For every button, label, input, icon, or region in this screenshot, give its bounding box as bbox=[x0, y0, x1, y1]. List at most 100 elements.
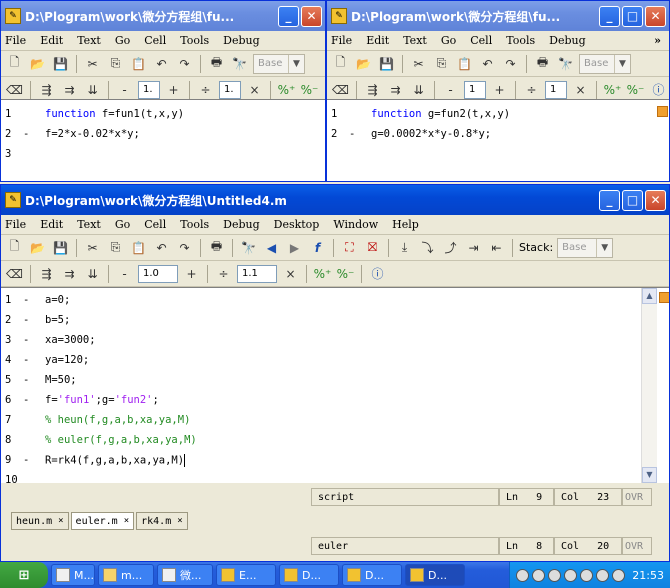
step-value-input[interactable]: 1. bbox=[138, 80, 160, 99]
copy-icon[interactable]: ⎘ bbox=[106, 238, 125, 257]
menu-text[interactable]: Text bbox=[77, 34, 101, 47]
menu-help[interactable]: Help bbox=[392, 218, 419, 231]
new-file-icon[interactable]: 🗋 bbox=[331, 54, 350, 73]
taskbar-item[interactable]: E... bbox=[216, 564, 276, 586]
taskbar-item[interactable]: D... bbox=[279, 564, 339, 586]
remove-cell-icon[interactable]: %⁻ bbox=[300, 80, 319, 99]
cell-eval-icon[interactable]: ⇶ bbox=[37, 80, 56, 99]
cut-icon[interactable]: ✂ bbox=[409, 54, 428, 73]
find-icon[interactable]: 🔭 bbox=[239, 238, 258, 257]
cut-icon[interactable]: ✂ bbox=[83, 238, 102, 257]
tab-euler[interactable]: euler.m × bbox=[70, 512, 135, 530]
menu-window[interactable]: Window bbox=[333, 218, 378, 231]
find-icon[interactable]: 🔭 bbox=[230, 54, 249, 73]
open-folder-icon[interactable]: 📂 bbox=[28, 238, 47, 257]
step-out-icon[interactable]: ⤴ bbox=[441, 238, 460, 257]
vertical-scrollbar[interactable]: ▲ ▼ bbox=[641, 288, 657, 483]
tray-app-icon[interactable] bbox=[580, 568, 594, 582]
save-icon[interactable]: 💾 bbox=[377, 54, 396, 73]
paste-icon[interactable]: 📋 bbox=[455, 54, 474, 73]
volume-icon[interactable] bbox=[612, 568, 626, 582]
divide-button[interactable]: ÷ bbox=[214, 264, 233, 283]
close-button[interactable]: ✕ bbox=[645, 189, 666, 211]
menu-tools[interactable]: Tools bbox=[180, 218, 209, 231]
cell-eval-icon[interactable]: ⇶ bbox=[37, 264, 56, 283]
menu-file[interactable]: File bbox=[331, 34, 352, 47]
maximize-button[interactable]: □ bbox=[622, 189, 643, 211]
help-info-icon[interactable]: ⓘ bbox=[649, 80, 668, 99]
taskbar-item-active[interactable]: D... bbox=[405, 564, 465, 586]
cell-eval-advance-icon[interactable]: ⇉ bbox=[60, 264, 79, 283]
close-icon[interactable]: × bbox=[177, 516, 182, 526]
code-editor[interactable]: 1- a=0; 2- b=5; 3- xa=3000; 4- ya=120; 5- M=50; 6-… bbox=[1, 287, 669, 483]
undo-icon[interactable]: ↶ bbox=[478, 54, 497, 73]
eval-file-icon[interactable]: ⇊ bbox=[83, 264, 102, 283]
decrement-button[interactable]: - bbox=[441, 80, 460, 99]
menu-overflow[interactable]: » bbox=[654, 34, 661, 47]
menu-go[interactable]: Go bbox=[115, 34, 130, 47]
continue-icon[interactable]: ⇥ bbox=[464, 238, 483, 257]
step-in-icon[interactable]: ⤵ bbox=[418, 238, 437, 257]
copy-icon[interactable]: ⎘ bbox=[106, 54, 125, 73]
menu-desktop[interactable]: Desktop bbox=[274, 218, 320, 231]
remove-cell-icon[interactable]: %⁻ bbox=[626, 80, 645, 99]
find-icon[interactable]: 🔭 bbox=[556, 54, 575, 73]
minimize-button[interactable]: _ bbox=[278, 5, 299, 27]
menu-edit[interactable]: Edit bbox=[40, 218, 63, 231]
minimize-button[interactable]: _ bbox=[599, 5, 620, 27]
tray-app-icon[interactable] bbox=[596, 568, 610, 582]
divide-value-input[interactable]: 1.1 bbox=[237, 264, 277, 283]
menu-cell[interactable]: Cell bbox=[144, 34, 166, 47]
eraser-icon[interactable]: ⌫ bbox=[331, 80, 350, 99]
warning-indicator[interactable] bbox=[657, 106, 668, 117]
clock[interactable]: 21:53 bbox=[632, 569, 664, 582]
multiply-button[interactable]: × bbox=[571, 80, 590, 99]
close-button[interactable]: ✕ bbox=[645, 5, 666, 27]
code-editor[interactable]: 1 function g=fun2(t,x,y) 2- g=0.0002*x*y-0… bbox=[327, 99, 669, 181]
close-icon[interactable]: × bbox=[124, 516, 129, 526]
print-icon[interactable]: 🖶 bbox=[207, 238, 226, 257]
increment-button[interactable]: + bbox=[490, 80, 509, 99]
scroll-down-button[interactable]: ▼ bbox=[642, 467, 657, 483]
print-icon[interactable]: 🖶 bbox=[207, 54, 226, 73]
step-value-input[interactable]: 1.0 bbox=[138, 264, 178, 283]
step-value-input[interactable]: 1 bbox=[464, 80, 486, 99]
divide-value-input[interactable]: 1 bbox=[545, 80, 567, 99]
menu-go[interactable]: Go bbox=[115, 218, 130, 231]
stack-combo[interactable]: Base ▼ bbox=[579, 53, 631, 74]
menu-tools[interactable]: Tools bbox=[180, 34, 209, 47]
close-icon[interactable]: × bbox=[58, 516, 63, 526]
exit-debug-icon[interactable]: ⇤ bbox=[487, 238, 506, 257]
cut-icon[interactable]: ✂ bbox=[83, 54, 102, 73]
menu-edit[interactable]: Edit bbox=[366, 34, 389, 47]
menu-debug[interactable]: Debug bbox=[223, 34, 260, 47]
scroll-up-button[interactable]: ▲ bbox=[642, 288, 657, 304]
taskbar-item[interactable]: 微... bbox=[157, 564, 213, 586]
tray-app-icon[interactable] bbox=[532, 568, 546, 582]
menu-file[interactable]: File bbox=[5, 34, 26, 47]
multiply-button[interactable]: × bbox=[281, 264, 300, 283]
insert-cell-icon[interactable]: %⁺ bbox=[277, 80, 296, 99]
back-arrow-icon[interactable]: ◀ bbox=[262, 238, 281, 257]
cell-eval-icon[interactable]: ⇶ bbox=[363, 80, 382, 99]
redo-icon[interactable]: ↷ bbox=[175, 238, 194, 257]
eraser-icon[interactable]: ⌫ bbox=[5, 264, 24, 283]
tab-heun[interactable]: heun.m × bbox=[11, 512, 69, 530]
tray-app-icon[interactable] bbox=[548, 568, 562, 582]
menu-file[interactable]: File bbox=[5, 218, 26, 231]
eraser-icon[interactable]: ⌫ bbox=[5, 80, 24, 99]
menu-text[interactable]: Text bbox=[403, 34, 427, 47]
print-icon[interactable]: 🖶 bbox=[533, 54, 552, 73]
increment-button[interactable]: + bbox=[182, 264, 201, 283]
set-breakpoint-icon[interactable]: ⛶ bbox=[340, 238, 359, 257]
redo-icon[interactable]: ↷ bbox=[175, 54, 194, 73]
decrement-button[interactable]: - bbox=[115, 80, 134, 99]
cell-eval-advance-icon[interactable]: ⇉ bbox=[386, 80, 405, 99]
forward-arrow-icon[interactable]: ▶ bbox=[285, 238, 304, 257]
title-bar[interactable]: ✎ D:\Plogram\work\微分方程组\fu... _ □ ✕ bbox=[327, 1, 669, 31]
undo-icon[interactable]: ↶ bbox=[152, 54, 171, 73]
maximize-button[interactable]: □ bbox=[622, 5, 643, 27]
undo-icon[interactable]: ↶ bbox=[152, 238, 171, 257]
title-bar[interactable]: ✎ D:\Plogram\work\微分方程组\fu... _ ✕ bbox=[1, 1, 325, 31]
new-file-icon[interactable]: 🗋 bbox=[5, 238, 24, 257]
